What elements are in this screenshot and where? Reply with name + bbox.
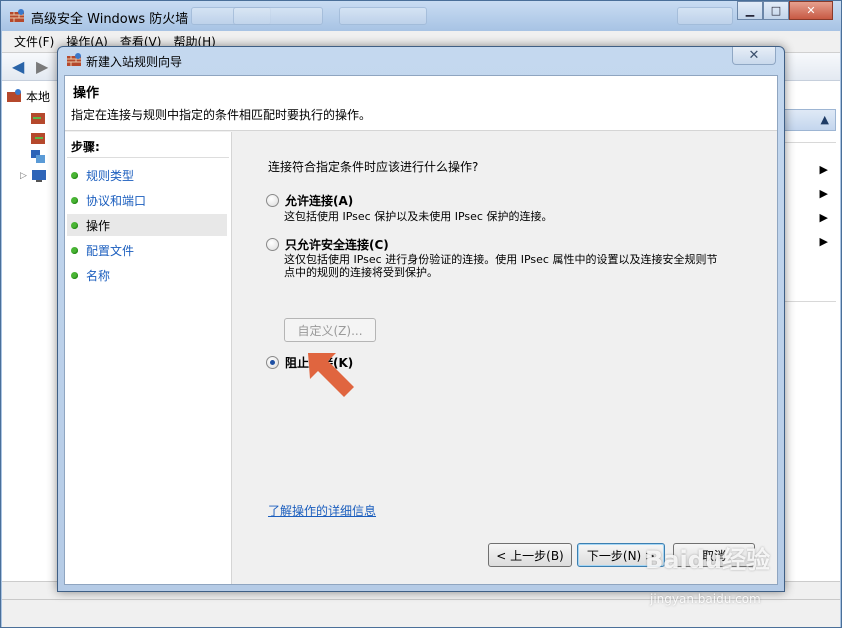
step-rule-type[interactable]: 规则类型	[67, 164, 227, 186]
step-bullet-icon	[71, 171, 78, 179]
window-controls: ▁ □ ✕	[737, 1, 833, 21]
annotation-arrow-icon	[308, 353, 354, 397]
close-icon[interactable]: ✕	[789, 1, 833, 20]
action-question: 连接符合指定条件时应该进行什么操作?	[268, 160, 479, 174]
step-bullet-icon	[71, 271, 78, 279]
firewall-icon	[10, 9, 24, 22]
tree-item[interactable]: ▷	[20, 167, 51, 185]
radio-allow[interactable]	[266, 194, 279, 207]
inbound-rules-icon	[31, 113, 45, 124]
option-allow[interactable]: 允许连接(A)	[266, 192, 353, 209]
page-description: 指定在连接与规则中指定的条件相匹配时要执行的操作。	[71, 108, 372, 122]
divider	[781, 142, 836, 143]
back-button[interactable]: < 上一步(B)	[488, 543, 572, 567]
tree-item[interactable]	[30, 129, 50, 147]
step-label: 名称	[86, 268, 111, 283]
background-tab	[339, 7, 427, 25]
tree-root[interactable]: 本地	[6, 87, 50, 105]
learn-more-link[interactable]: 了解操作的详细信息	[268, 502, 376, 519]
submenu-arrow-icon[interactable]: ▶	[820, 163, 828, 176]
menu-file[interactable]: 文件(F)	[8, 33, 60, 50]
expand-icon[interactable]: ▷	[20, 171, 27, 181]
radio-allow-secure[interactable]	[266, 238, 279, 251]
option-description: 这包括使用 IPsec 保护以及未使用 IPsec 保护的连接。	[284, 210, 553, 223]
page-title: 操作	[73, 86, 100, 101]
main-window-title: 高级安全 Windows 防火墙	[31, 12, 189, 27]
step-label: 协议和端口	[86, 193, 147, 208]
background-tab	[677, 7, 733, 25]
customize-button[interactable]: 自定义(Z)...	[284, 318, 376, 342]
step-label: 操作	[86, 218, 111, 233]
actions-header[interactable]: ▲	[781, 109, 836, 131]
dialog-body: 操作 指定在连接与规则中指定的条件相匹配时要执行的操作。 步骤: 规则类型 协议…	[64, 75, 778, 585]
step-bullet-icon	[71, 221, 78, 229]
step-profile[interactable]: 配置文件	[67, 239, 227, 261]
step-action[interactable]: 操作	[67, 214, 227, 236]
firewall-icon	[7, 89, 21, 102]
close-icon[interactable]: ✕	[732, 47, 776, 65]
option-description: 这仅包括使用 IPsec 进行身份验证的连接。使用 IPsec 属性中的设置以及…	[284, 253, 718, 279]
watermark-logo: Baidu经验	[645, 546, 770, 574]
steps-panel: 步骤: 规则类型 协议和端口 操作 配置文件 名称	[65, 132, 232, 584]
step-protocol-ports[interactable]: 协议和端口	[67, 189, 227, 211]
minimize-icon[interactable]: ▁	[737, 1, 763, 20]
step-name[interactable]: 名称	[67, 264, 227, 286]
divider	[781, 301, 836, 302]
option-label: 只允许安全连接(C)	[285, 238, 389, 252]
actions-pane: ▲ ▶ ▶ ▶ ▶	[781, 81, 840, 581]
forward-arrow-icon[interactable]: ▶	[36, 58, 54, 76]
divider	[67, 157, 229, 158]
collapse-icon[interactable]: ▲	[821, 113, 829, 126]
monitoring-icon	[31, 170, 46, 182]
submenu-arrow-icon[interactable]: ▶	[820, 211, 828, 224]
maximize-icon[interactable]: □	[763, 1, 789, 20]
tree-item[interactable]	[30, 109, 50, 127]
step-label: 规则类型	[86, 168, 135, 183]
back-arrow-icon[interactable]: ◀	[12, 58, 30, 76]
step-label: 配置文件	[86, 243, 135, 258]
connection-security-icon	[31, 150, 45, 163]
option-allow-secure[interactable]: 只允许安全连接(C)	[266, 236, 389, 253]
option-label: 允许连接(A)	[285, 194, 354, 208]
step-bullet-icon	[71, 246, 78, 254]
new-inbound-rule-wizard: 新建入站规则向导 ✕ 操作 指定在连接与规则中指定的条件相匹配时要执行的操作。 …	[57, 46, 785, 592]
radio-block[interactable]	[266, 356, 279, 369]
step-bullet-icon	[71, 196, 78, 204]
dialog-title: 新建入站规则向导	[86, 55, 183, 69]
background-tab	[233, 7, 323, 25]
dialog-titlebar[interactable]: 新建入站规则向导 ✕	[58, 47, 784, 73]
tree-pane: 本地 ▷	[2, 81, 62, 581]
dialog-header: 操作 指定在连接与规则中指定的条件相匹配时要执行的操作。	[65, 76, 777, 131]
tree-item[interactable]	[30, 147, 50, 165]
outbound-rules-icon	[31, 133, 45, 144]
firewall-icon	[67, 53, 81, 66]
tree-root-label: 本地	[26, 89, 51, 104]
submenu-arrow-icon[interactable]: ▶	[820, 235, 828, 248]
submenu-arrow-icon[interactable]: ▶	[820, 187, 828, 200]
main-titlebar[interactable]: 高级安全 Windows 防火墙 ▁ □ ✕	[1, 1, 841, 31]
steps-title: 步骤:	[71, 140, 100, 154]
watermark-url: jingyan.baidu.com	[650, 592, 761, 606]
